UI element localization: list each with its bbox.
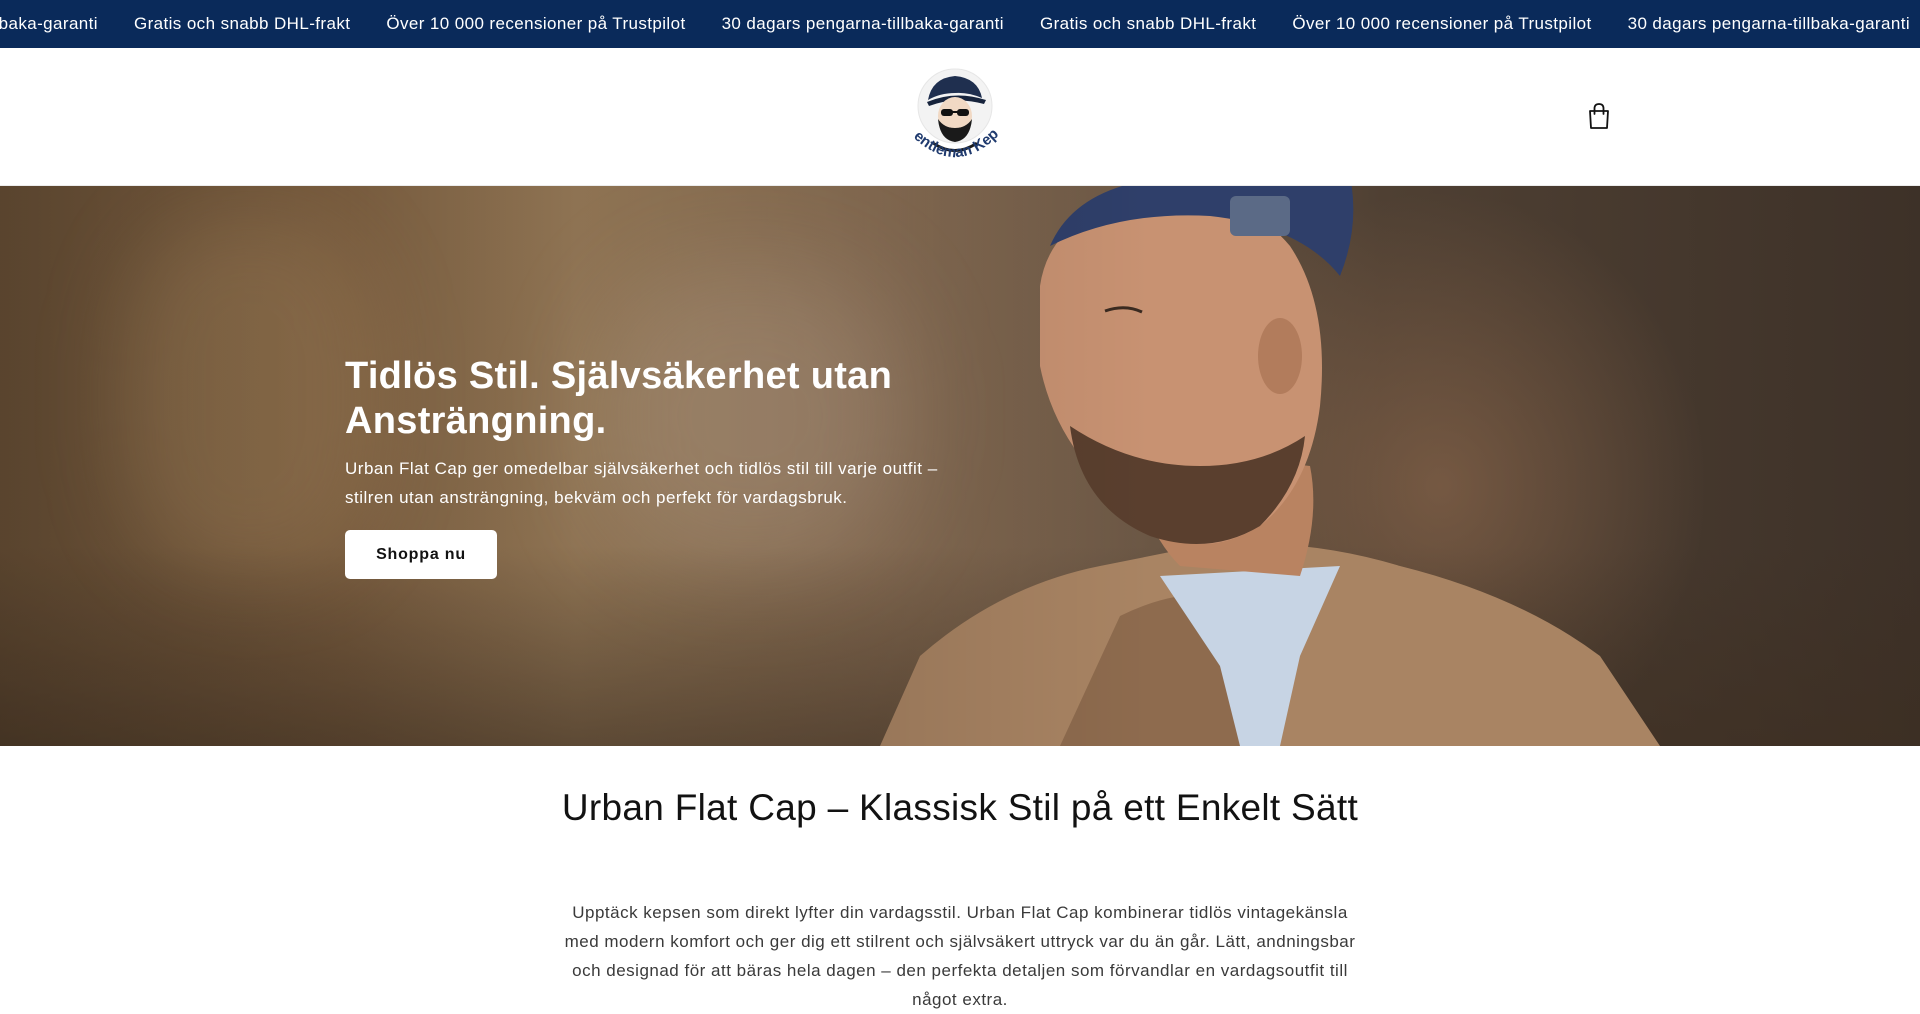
announcement-item: 30 dagars pengarna-tillbaka-garanti xyxy=(1607,14,1920,34)
announcement-text: Gratis och snabb DHL-frakt xyxy=(1039,14,1257,33)
intro-section: Urban Flat Cap – Klassisk Stil på ett En… xyxy=(0,746,1920,1009)
announcement-bar: tillbaka-garanti Gratis och snabb DHL-fr… xyxy=(0,0,1920,48)
section-description: Upptäck kepsen som direkt lyfter din var… xyxy=(564,903,1356,1009)
announcement-item: tillbaka-garanti xyxy=(0,14,113,34)
shop-now-button[interactable]: Shoppa nu xyxy=(345,530,497,579)
logo[interactable]: Gentleman Keps xyxy=(892,53,1012,170)
hero-title: Tidlös Stil. Självsäkerhet utan Ansträng… xyxy=(345,355,893,442)
cart-button[interactable] xyxy=(1586,102,1612,130)
announcement-text: Gratis och snabb DHL-frakt xyxy=(133,14,351,33)
logo-mark: Gentleman Keps xyxy=(892,53,1002,161)
site-header: Gentleman Keps xyxy=(0,48,1920,186)
announcement-item: Gratis och snabb DHL-frakt xyxy=(1019,14,1271,34)
announcement-item: Över 10 000 recensioner på Trustpilot xyxy=(365,14,700,34)
announcement-text: Över 10 000 recensioner på Trustpilot xyxy=(386,14,686,33)
hero-description: Urban Flat Cap ger omedelbar självsäkerh… xyxy=(345,459,938,507)
announcement-item: 30 dagars pengarna-tillbaka-garanti xyxy=(701,14,1019,34)
announcement-item: Över 10 000 recensioner på Trustpilot xyxy=(1271,14,1606,34)
announcement-item: Gratis och snabb DHL-frakt xyxy=(113,14,365,34)
shopping-bag-icon xyxy=(1589,103,1609,129)
hero-content: Tidlös Stil. Självsäkerhet utan Ansträng… xyxy=(345,354,965,579)
section-title: Urban Flat Cap – Klassisk Stil på ett En… xyxy=(561,787,1359,828)
announcement-text: Över 10 000 recensioner på Trustpilot xyxy=(1292,14,1592,33)
announcement-text: tillbaka-garanti xyxy=(0,14,98,33)
announcement-text: 30 dagars pengarna-tillbaka-garanti xyxy=(1627,14,1910,33)
hero-banner: Tidlös Stil. Självsäkerhet utan Ansträng… xyxy=(0,186,1920,746)
announcement-track: tillbaka-garanti Gratis och snabb DHL-fr… xyxy=(0,0,1920,48)
announcement-text: 30 dagars pengarna-tillbaka-garanti xyxy=(721,14,1004,33)
